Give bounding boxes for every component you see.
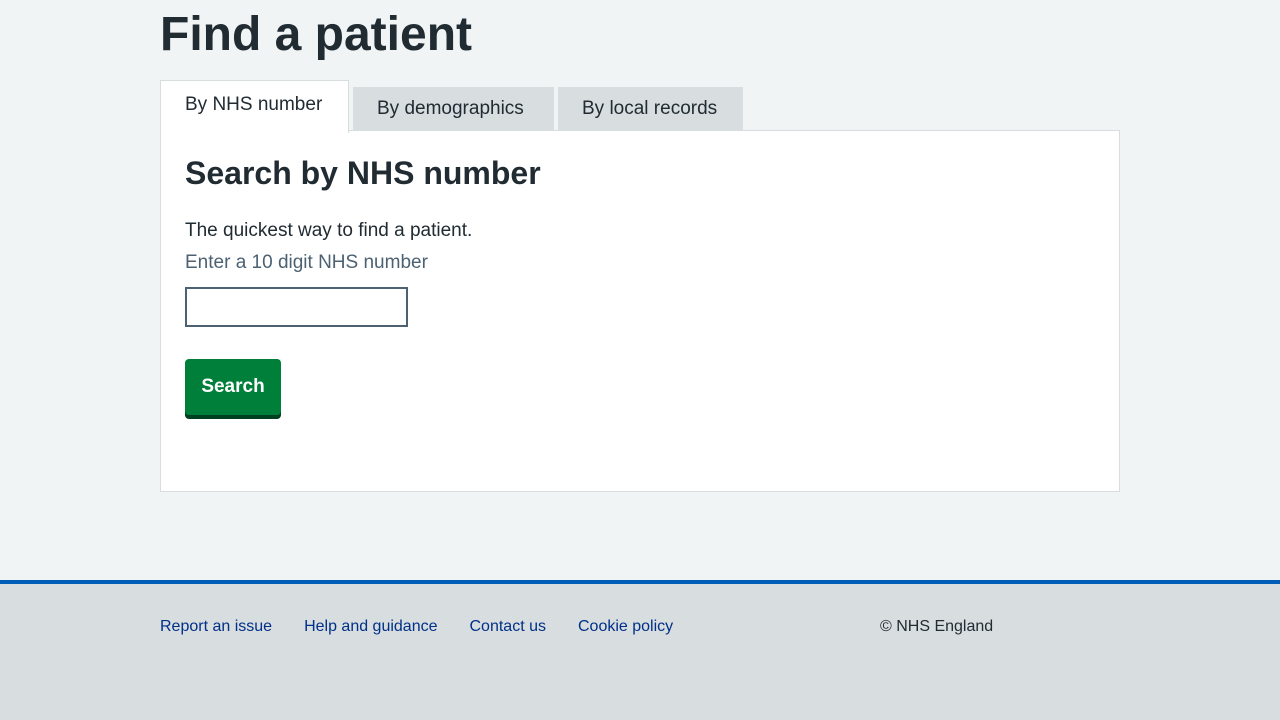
tab-by-demographics[interactable]: By demographics xyxy=(353,87,554,131)
tab-by-nhs-number[interactable]: By NHS number xyxy=(160,80,349,133)
search-tabs: By NHS number By demographics By local r… xyxy=(160,78,747,133)
tab-by-local-records[interactable]: By local records xyxy=(558,87,743,131)
footer-copyright: © NHS England xyxy=(880,618,994,635)
footer-link-report-issue[interactable]: Report an issue xyxy=(160,616,272,638)
footer-link-help-guidance[interactable]: Help and guidance xyxy=(304,616,437,638)
panel-heading: Search by NHS number xyxy=(185,155,541,191)
search-panel: Search by NHS number The quickest way to… xyxy=(160,130,1120,492)
page-title: Find a patient xyxy=(160,8,472,61)
panel-intro-text: The quickest way to find a patient. xyxy=(185,220,473,241)
nhs-number-input[interactable] xyxy=(185,287,408,327)
footer-links: Report an issue Help and guidance Contac… xyxy=(160,616,705,638)
footer: Report an issue Help and guidance Contac… xyxy=(0,580,1280,720)
footer-link-cookie-policy[interactable]: Cookie policy xyxy=(578,616,673,638)
nhs-number-label: Enter a 10 digit NHS number xyxy=(185,252,428,273)
search-button[interactable]: Search xyxy=(185,359,281,415)
footer-link-contact-us[interactable]: Contact us xyxy=(470,616,546,638)
